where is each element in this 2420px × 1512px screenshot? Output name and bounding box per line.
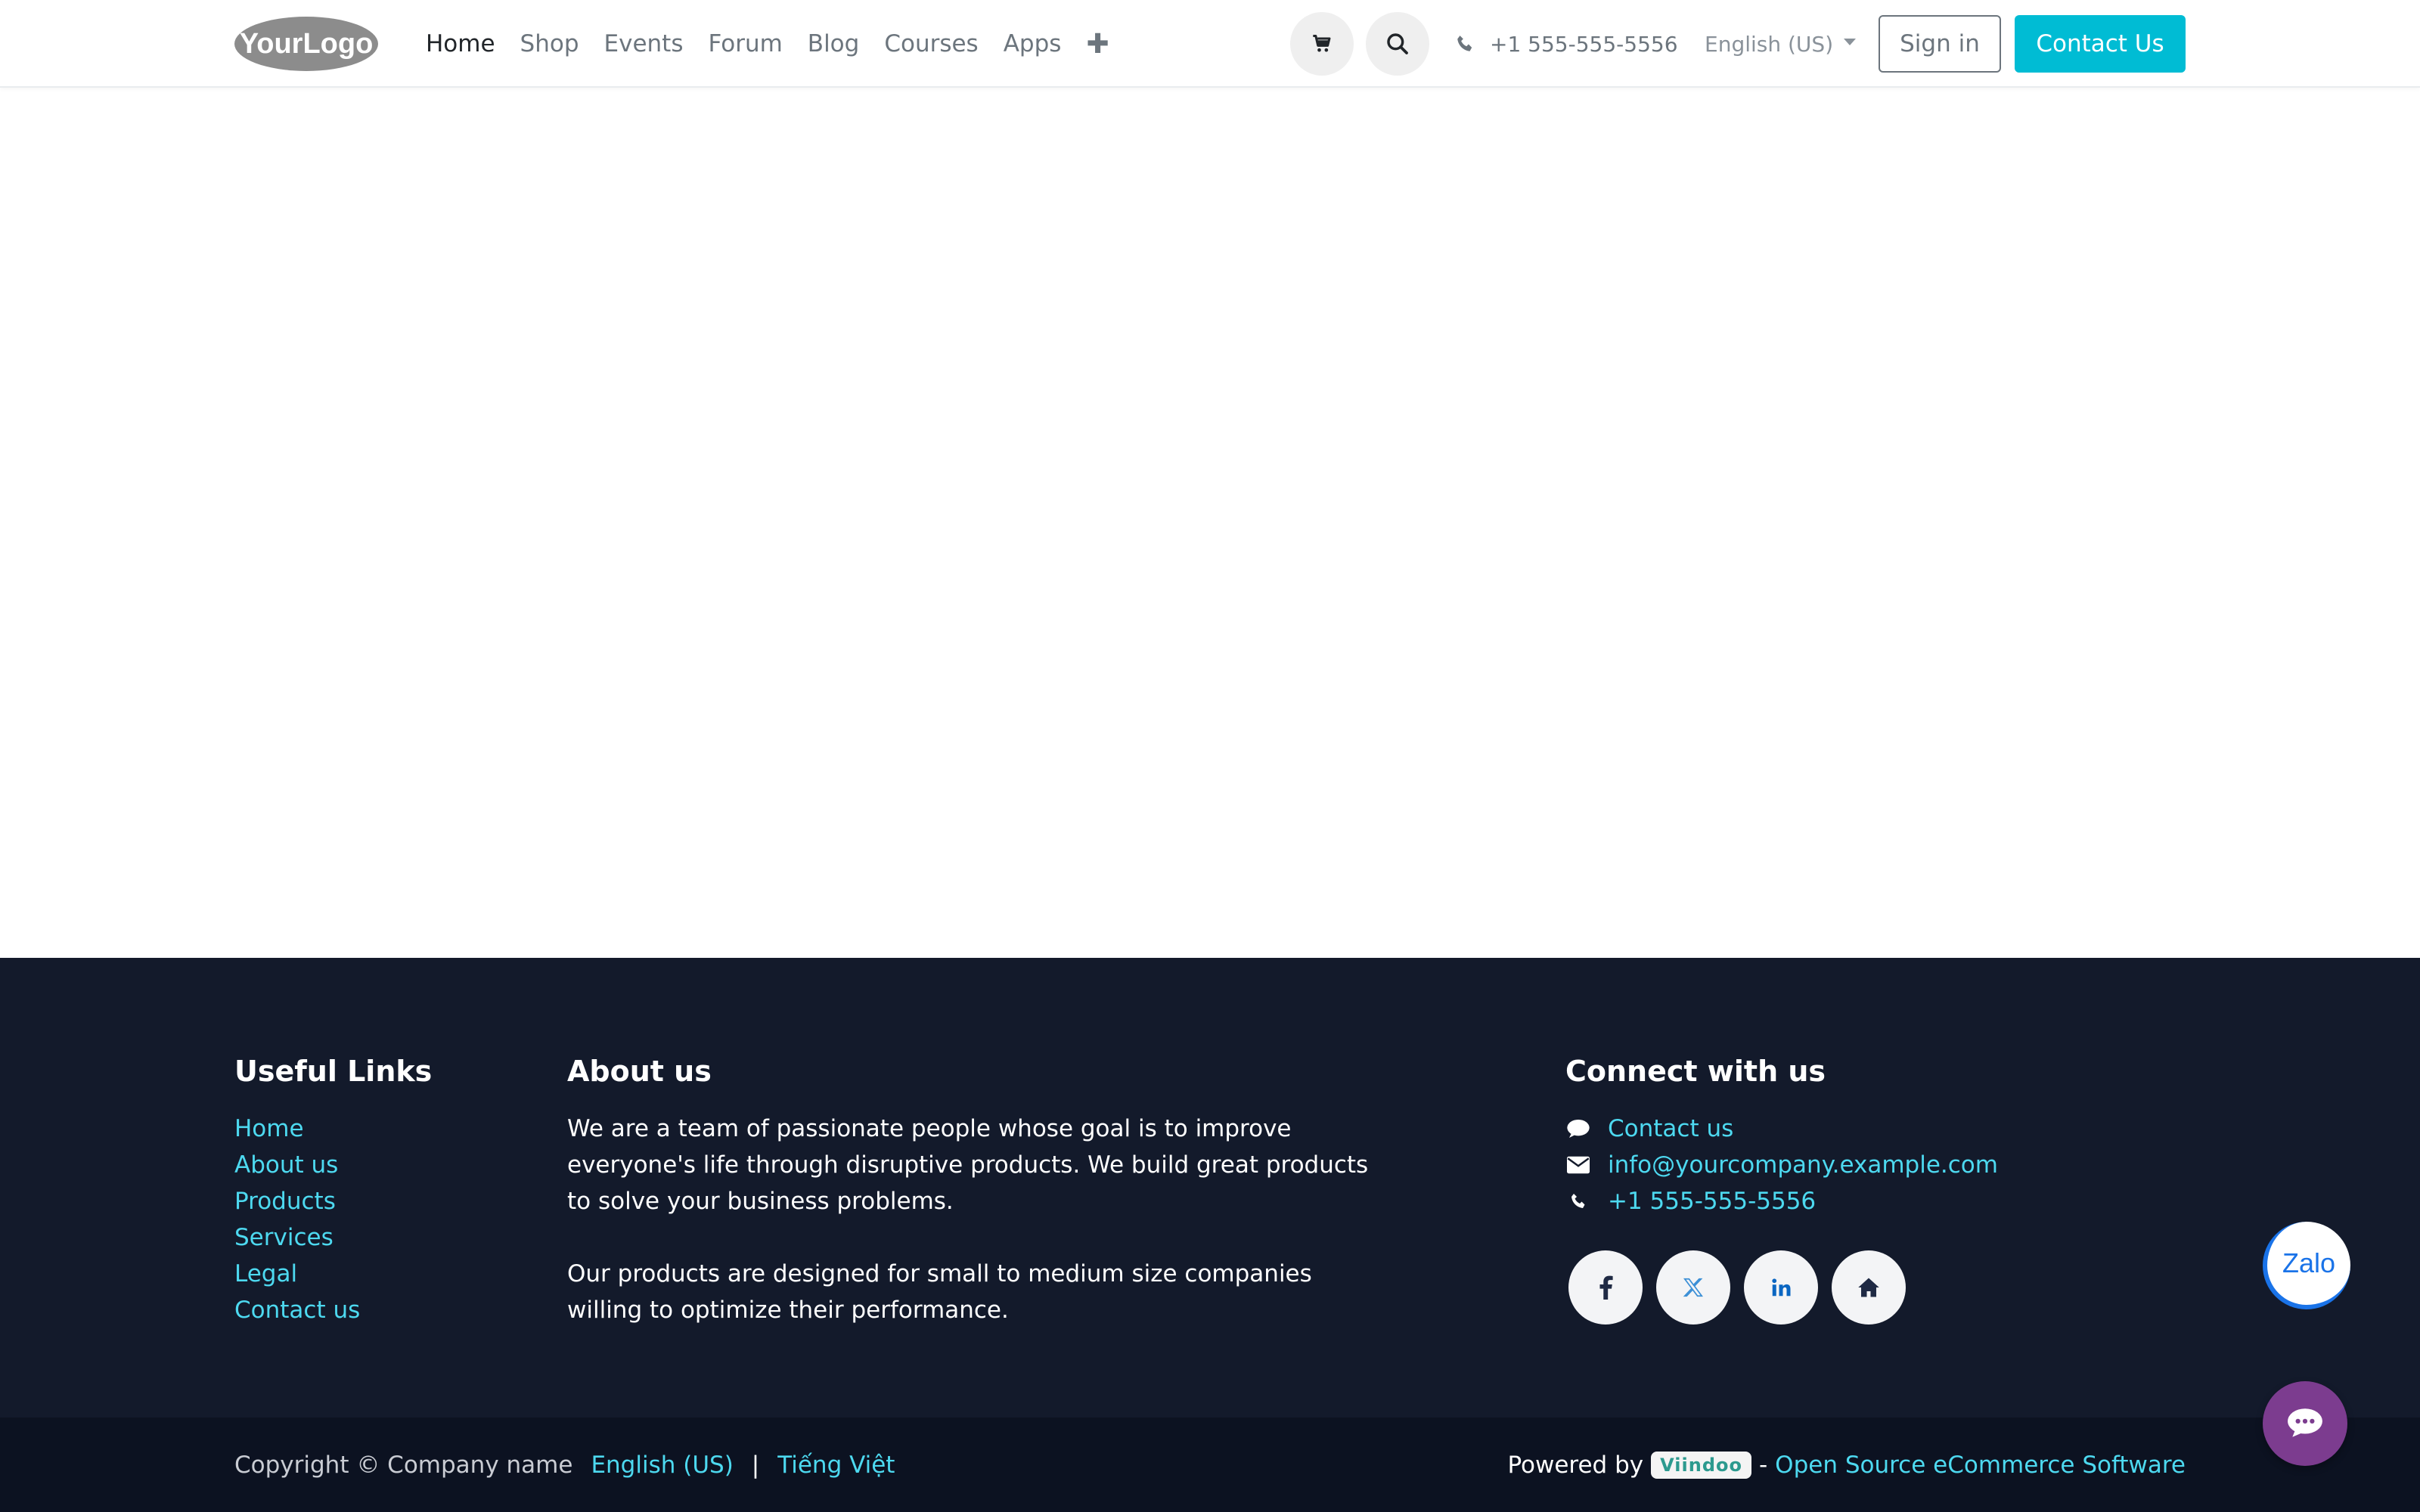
copyright-text: Copyright © Company name — [234, 1451, 573, 1479]
language-label: English (US) — [1705, 31, 1834, 57]
useful-links-section: Useful Links Home About us Products Serv… — [234, 1055, 432, 1328]
language-dropdown[interactable]: English (US) — [1705, 0, 1857, 88]
footer-link-contact[interactable]: Contact us — [234, 1292, 432, 1328]
connect-phone-item[interactable]: +1 555-555-5556 — [1565, 1183, 2170, 1219]
nav-events[interactable]: Events — [604, 30, 684, 57]
header-phone[interactable]: +1 555-555-5556 — [1455, 0, 1678, 88]
linkedin-icon — [1772, 1278, 1791, 1297]
useful-links-heading: Useful Links — [234, 1055, 433, 1088]
connect-contact-item[interactable]: Contact us — [1565, 1111, 2170, 1147]
footer-link-services[interactable]: Services — [234, 1219, 432, 1256]
nav-forum[interactable]: Forum — [709, 30, 783, 57]
nav-courses[interactable]: Courses — [884, 30, 978, 57]
nav-apps[interactable]: Apps — [1004, 30, 1062, 57]
connect-email-item[interactable]: info@yourcompany.example.com — [1565, 1147, 2170, 1183]
lang-separator: | — [751, 1451, 760, 1479]
zalo-chat-button[interactable]: Zalo — [2263, 1222, 2350, 1309]
footer-link-home[interactable]: Home — [234, 1111, 432, 1147]
footer-link-about[interactable]: About us — [234, 1147, 432, 1183]
open-source-link[interactable]: Open Source eCommerce Software — [1775, 1452, 2186, 1479]
logo[interactable]: YourLogo — [233, 14, 380, 74]
facebook-button[interactable] — [1568, 1250, 1643, 1325]
lang-english-link[interactable]: English (US) — [591, 1452, 733, 1479]
powered-by: Powered by Viindoo - Open Source eCommer… — [1507, 1418, 2186, 1512]
facebook-icon — [1599, 1275, 1613, 1300]
connect-section: Connect with us Contact us info@yourcomp… — [1565, 1055, 2170, 1219]
viindoo-logo[interactable]: Viindoo — [1651, 1451, 1751, 1479]
connect-phone-label: +1 555-555-5556 — [1608, 1188, 1817, 1215]
envelope-icon — [1565, 1152, 1591, 1178]
about-paragraph-1: We are a team of passionate people whose… — [567, 1115, 1369, 1215]
contact-us-button[interactable]: Contact Us — [2015, 15, 2186, 73]
logo-text: YourLogo — [240, 28, 374, 60]
powered-dash: - — [1758, 1451, 1768, 1479]
connect-heading: Connect with us — [1565, 1055, 1826, 1088]
about-section: About us We are a team of passionate peo… — [567, 1055, 1369, 1328]
main-nav: Home Shop Events Forum Blog Courses Apps… — [426, 0, 1109, 88]
nav-shop[interactable]: Shop — [520, 30, 579, 57]
search-button[interactable] — [1366, 12, 1429, 76]
cart-button[interactable] — [1290, 12, 1354, 76]
about-heading: About us — [567, 1055, 712, 1088]
linkedin-button[interactable] — [1744, 1250, 1818, 1325]
phone-icon — [1565, 1188, 1591, 1214]
x-button[interactable] — [1656, 1250, 1730, 1325]
site-header: YourLogo Home Shop Events Forum Blog Cou… — [0, 0, 2420, 88]
about-paragraph-2: Our products are designed for small to m… — [567, 1260, 1312, 1324]
footer-link-products[interactable]: Products — [234, 1183, 432, 1219]
copyright-area: Copyright © Company name English (US) | … — [234, 1418, 895, 1512]
comment-icon — [1565, 1116, 1591, 1142]
sign-in-button[interactable]: Sign in — [1879, 15, 2001, 73]
chevron-down-icon — [1844, 38, 1857, 45]
home-icon — [1858, 1278, 1879, 1297]
connect-email-label: info@yourcompany.example.com — [1608, 1151, 1998, 1179]
live-chat-button[interactable] — [2263, 1381, 2347, 1466]
useful-links-list: Home About us Products Services Legal Co… — [234, 1111, 432, 1328]
powered-by-text: Powered by — [1507, 1451, 1644, 1479]
home-button[interactable] — [1832, 1250, 1906, 1325]
connect-contact-label: Contact us — [1608, 1115, 1734, 1142]
zalo-label: Zalo — [2282, 1247, 2336, 1278]
search-icon — [1387, 33, 1408, 54]
phone-number: +1 555-555-5556 — [1490, 31, 1678, 57]
nav-blog[interactable]: Blog — [808, 30, 860, 57]
footer-link-legal[interactable]: Legal — [234, 1256, 432, 1292]
x-icon — [1683, 1278, 1703, 1297]
add-menu-icon[interactable]: ✚ — [1086, 29, 1109, 60]
chat-bubble-icon — [2288, 1408, 2322, 1437]
phone-icon — [1457, 36, 1472, 51]
lang-vietnamese-link[interactable]: Tiếng Việt — [777, 1452, 895, 1479]
cart-icon — [1313, 34, 1331, 52]
connect-list: Contact us info@yourcompany.example.com … — [1565, 1111, 2170, 1219]
nav-home[interactable]: Home — [426, 30, 495, 57]
